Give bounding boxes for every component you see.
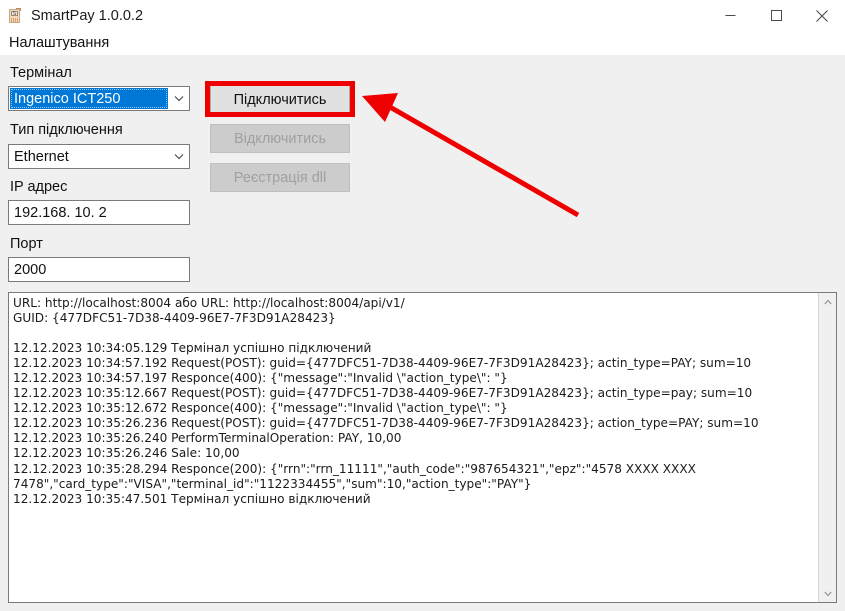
app-icon-glyph: S: [11, 10, 18, 17]
register-dll-button: Реєстрація dll: [210, 163, 350, 192]
chevron-down-icon[interactable]: [169, 153, 189, 160]
payment-terminal-icon: S: [7, 7, 23, 24]
smartpay-window: S SmartPay 1.0.0.2 Налаштування Термінал…: [0, 0, 845, 611]
connection-type-select[interactable]: Ethernet: [8, 144, 190, 169]
chevron-down-icon[interactable]: [819, 585, 836, 602]
connection-type-select-value: Ethernet: [14, 148, 69, 165]
menu-bar: Налаштування: [0, 31, 845, 55]
disconnect-button: Відключитись: [210, 124, 350, 153]
port-label: Порт: [10, 236, 43, 252]
connect-button[interactable]: Підключитись: [210, 85, 350, 114]
port-input[interactable]: 2000: [8, 257, 190, 282]
log-text-content: URL: http://localhost:8004 або URL: http…: [13, 296, 759, 506]
content-panel: Термінал Ingenico ICT250 Тип підключення…: [0, 55, 845, 611]
ip-address-label: IP адрес: [10, 179, 68, 195]
window-controls: [707, 0, 845, 31]
port-value: 2000: [14, 261, 47, 278]
chevron-up-icon[interactable]: [819, 293, 836, 310]
window-title: SmartPay 1.0.0.2: [31, 7, 144, 24]
close-icon[interactable]: [799, 0, 845, 31]
maximize-icon[interactable]: [753, 0, 799, 31]
ip-address-value: 192.168. 10. 2: [14, 204, 107, 221]
terminal-select[interactable]: Ingenico ICT250: [8, 86, 190, 111]
terminal-select-value: Ingenico ICT250: [14, 90, 121, 107]
terminal-label: Термінал: [10, 65, 72, 81]
ip-address-input[interactable]: 192.168. 10. 2: [8, 200, 190, 225]
log-vertical-scrollbar[interactable]: [818, 293, 836, 602]
title-bar[interactable]: S SmartPay 1.0.0.2: [0, 0, 845, 31]
scrollbar-thumb[interactable]: [819, 310, 836, 585]
log-textarea[interactable]: URL: http://localhost:8004 або URL: http…: [8, 292, 837, 603]
menu-item-settings[interactable]: Налаштування: [2, 33, 116, 54]
chevron-down-icon[interactable]: [169, 87, 189, 110]
connection-type-label: Тип підключення: [10, 122, 123, 138]
minimize-icon[interactable]: [707, 0, 753, 31]
